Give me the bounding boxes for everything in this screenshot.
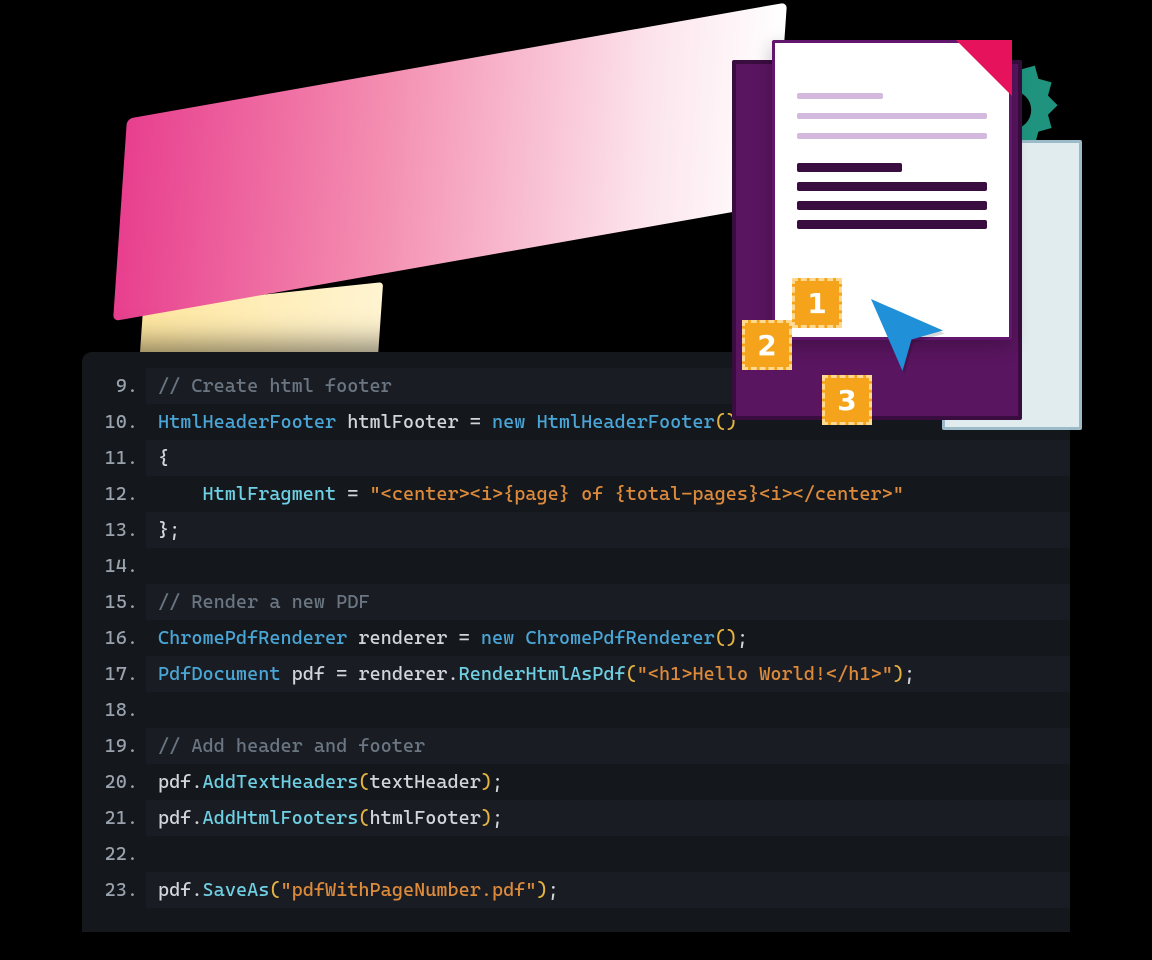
line-number: 11. [82, 440, 146, 476]
line-number: 21. [82, 800, 146, 836]
page-number-badge-1: 1 [792, 278, 842, 328]
document-lines-icon [797, 93, 987, 239]
code-content[interactable]: // Add header and footer [146, 728, 1070, 764]
line-number: 20. [82, 764, 146, 800]
code-line[interactable]: 17.PdfDocument pdf = renderer.RenderHtml… [82, 656, 1070, 692]
page-number-badge-3: 3 [822, 375, 872, 425]
code-line[interactable]: 14. [82, 548, 1070, 584]
code-line[interactable]: 20.pdf.AddTextHeaders(textHeader); [82, 764, 1070, 800]
line-number: 17. [82, 656, 146, 692]
document-stack-illustration: 1 2 3 [732, 20, 1072, 440]
line-number: 18. [82, 692, 146, 728]
code-line[interactable]: 16.ChromePdfRenderer renderer = new Chro… [82, 620, 1070, 656]
code-content[interactable]: }; [146, 512, 1070, 548]
line-number: 13. [82, 512, 146, 548]
code-content[interactable]: ChromePdfRenderer renderer = new ChromeP… [146, 620, 1070, 656]
cursor-icon [862, 290, 952, 380]
code-content[interactable]: PdfDocument pdf = renderer.RenderHtmlAsP… [146, 656, 1070, 692]
line-number: 19. [82, 728, 146, 764]
code-line[interactable]: 11.{ [82, 440, 1070, 476]
code-content[interactable]: pdf.AddHtmlFooters(htmlFooter); [146, 800, 1070, 836]
code-line[interactable]: 22. [82, 836, 1070, 872]
code-content[interactable]: { [146, 440, 1070, 476]
code-line[interactable]: 23.pdf.SaveAs("pdfWithPageNumber.pdf"); [82, 872, 1070, 908]
line-number: 16. [82, 620, 146, 656]
code-content[interactable]: // Render a new PDF [146, 584, 1070, 620]
code-content[interactable]: pdf.AddTextHeaders(textHeader); [146, 764, 1070, 800]
code-line[interactable]: 13.}; [82, 512, 1070, 548]
code-line[interactable]: 18. [82, 692, 1070, 728]
line-number: 14. [82, 548, 146, 584]
code-line[interactable]: 15.// Render a new PDF [82, 584, 1070, 620]
code-line[interactable]: 12. HtmlFragment = "<center><i>{page} of… [82, 476, 1070, 512]
page-number-badge-2: 2 [742, 320, 792, 370]
code-content[interactable]: pdf.SaveAs("pdfWithPageNumber.pdf"); [146, 872, 1070, 908]
line-number: 22. [82, 836, 146, 872]
banner-gradient [113, 2, 787, 321]
code-content[interactable]: HtmlFragment = "<center><i>{page} of {to… [146, 476, 1070, 512]
line-number: 9. [82, 368, 146, 404]
line-number: 23. [82, 872, 146, 908]
line-number: 12. [82, 476, 146, 512]
code-line[interactable]: 19.// Add header and footer [82, 728, 1070, 764]
code-line[interactable]: 21.pdf.AddHtmlFooters(htmlFooter); [82, 800, 1070, 836]
line-number: 15. [82, 584, 146, 620]
line-number: 10. [82, 404, 146, 440]
